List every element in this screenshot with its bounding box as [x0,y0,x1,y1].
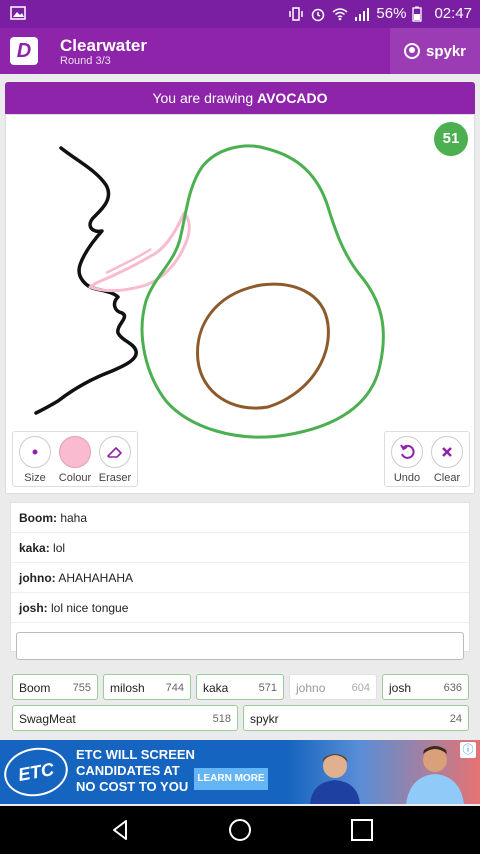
score-chip: SwagMeat 518 [12,705,238,731]
close-icon [442,447,452,457]
eraser-tool[interactable]: Eraser [97,436,133,484]
battery-percent: 56% [376,5,407,22]
vibrate-icon [288,6,304,22]
player-points: 636 [443,682,462,694]
gallery-notification-icon [10,5,26,25]
banner-prefix: You are drawing [152,90,258,106]
countdown-timer: 51 [434,122,468,156]
chat-message: johno: AHAHAHAHA [11,563,469,593]
colour-swatch[interactable] [59,436,91,468]
player-name: SwagMeat [19,712,76,726]
app-header: D Clearwater Round 3/3 spykr [0,28,480,74]
colour-label: Colour [58,472,92,484]
back-icon[interactable] [108,818,132,842]
brush-tools: Size Colour Eraser [12,431,138,487]
clear-label: Clear [433,472,461,484]
chat-user: Boom: [19,511,57,525]
eraser-button[interactable] [99,436,131,468]
learn-more-button[interactable]: LEARN MORE [194,768,268,790]
home-icon[interactable] [228,818,252,842]
user-icon [403,43,420,59]
player-points: 755 [72,682,91,694]
recents-icon[interactable] [350,818,374,842]
drawing-prompt-banner: You are drawing AVOCADO [5,82,475,114]
clear-tool[interactable]: Clear [429,436,465,484]
colour-tool[interactable]: Colour [57,436,93,484]
ad-person-image [310,754,360,804]
app-logo[interactable]: D [10,37,38,65]
ad-line: NO COST TO YOU [76,779,189,794]
score-chip: johno 604 [289,674,377,700]
battery-icon [412,6,428,22]
player-points: 744 [165,682,184,694]
chat-user: kaka: [19,541,50,555]
player-name: johno [296,681,326,695]
player-points: 518 [212,713,231,725]
score-chip: spykr 24 [243,705,469,731]
undo-label: Undo [393,472,421,484]
player-name: kaka [203,681,229,695]
drawing-canvas[interactable]: 51 Size Colour Eraser Undo Clear [5,114,475,494]
chat-message: josh: lol nice tongue [11,593,469,623]
room-title: Clearwater [60,36,147,55]
alarm-icon [310,6,326,22]
eraser-icon [107,447,122,458]
username: spykr [425,42,467,60]
eraser-label: Eraser [98,472,132,484]
chat-input[interactable] [16,632,464,660]
chat-user: josh: [19,601,48,615]
size-tool[interactable]: Size [17,436,53,484]
status-bar: 56% 02:47 [0,0,480,28]
ad-banner[interactable]: ETC ETC WILL SCREEN CANDIDATES AT NO COS… [0,740,480,804]
ad-info-icon[interactable]: ⓘ [460,742,476,758]
ad-line: ETC WILL SCREEN [76,747,195,762]
clear-button[interactable] [431,436,463,468]
ad-logo: ETC [0,742,72,802]
size-label: Size [24,472,46,484]
player-name: spykr [250,712,279,726]
signal-icon [354,6,370,22]
score-chip: josh 636 [382,674,469,700]
undo-icon [400,444,415,459]
round-indicator: Round 3/3 [60,55,111,67]
size-button[interactable] [19,436,51,468]
chat-log: Boom: haha kaka: lol johno: AHAHAHAHA jo… [10,502,470,652]
player-name: Boom [19,681,51,695]
chat-text: haha [57,511,88,525]
player-points: 571 [258,682,277,694]
ad-line: CANDIDATES AT [76,763,180,778]
undo-button[interactable] [391,436,423,468]
chat-text: AHAHAHAHA [55,571,134,585]
system-nav-bar [0,806,480,854]
chat-text: lol [49,541,66,555]
player-name: josh [389,681,412,695]
player-name: milosh [110,681,145,695]
score-chip: Boom 755 [12,674,98,700]
player-points: 24 [449,713,462,725]
wifi-icon [332,6,348,22]
chat-message: Boom: haha [11,503,469,533]
chat-text: lol nice tongue [47,601,129,615]
chat-user: johno: [19,571,56,585]
player-points: 604 [351,682,370,694]
score-chip: kaka 571 [196,674,284,700]
undo-tool[interactable]: Undo [389,436,425,484]
secret-word: AVOCADO [257,90,328,106]
ad-text: ETC WILL SCREEN CANDIDATES AT NO COST TO… [76,747,206,795]
chat-message: kaka: lol [11,533,469,563]
score-chip: milosh 744 [103,674,191,700]
edit-tools: Undo Clear [384,431,470,487]
clock: 02:47 [434,5,472,22]
user-account-button[interactable]: spykr [390,28,480,74]
